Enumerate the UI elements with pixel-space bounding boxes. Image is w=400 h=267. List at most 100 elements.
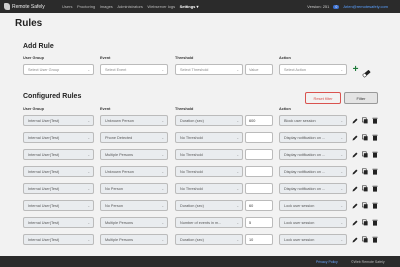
copy-icon[interactable] xyxy=(362,151,368,158)
top-navbar: Remote Safely Users Proctoring Images Ad… xyxy=(0,0,400,13)
trash-icon[interactable] xyxy=(372,219,378,226)
rule-event[interactable]: Unknown Person ⌄ xyxy=(100,115,168,126)
rule-user-group-text: Internal User(Test) xyxy=(28,118,60,123)
rule-value[interactable] xyxy=(245,149,273,160)
rule-threshold[interactable]: No Threshold ⌄ xyxy=(175,149,243,160)
rule-value[interactable]: 600 xyxy=(245,115,273,126)
rule-value[interactable]: 10 xyxy=(245,234,273,245)
edit-pencil-icon[interactable] xyxy=(352,236,358,243)
filter-button[interactable]: Filter xyxy=(344,92,378,104)
rule-user-group[interactable]: Internal User(Test) ⌄ xyxy=(23,149,94,160)
rule-action[interactable]: Lock user session ⌄ xyxy=(279,200,347,211)
nav-users[interactable]: Users xyxy=(62,4,72,9)
rule-value[interactable]: 5 xyxy=(245,217,273,228)
action-select[interactable]: Select Action ⌄ xyxy=(279,64,347,75)
notification-badge[interactable]: 0 xyxy=(333,4,340,9)
rule-user-group-text: Internal User(Test) xyxy=(28,220,60,225)
rule-event[interactable]: Multiple Persons ⌄ xyxy=(100,234,168,245)
rule-threshold-text: Number of events in m... xyxy=(180,220,222,225)
trash-icon[interactable] xyxy=(372,151,378,158)
eraser-button[interactable] xyxy=(362,65,371,78)
trash-icon[interactable] xyxy=(372,202,378,209)
copy-icon[interactable] xyxy=(362,236,368,243)
rule-action-text: Display notification on ... xyxy=(284,186,326,191)
rule-event[interactable]: Multiple Persons ⌄ xyxy=(100,217,168,228)
rule-event[interactable]: No Person ⌄ xyxy=(100,183,168,194)
chevron-down-icon: ⌄ xyxy=(161,152,164,157)
edit-pencil-icon[interactable] xyxy=(352,117,358,124)
trash-icon[interactable] xyxy=(372,168,378,175)
remote-safely-logo-icon xyxy=(4,3,10,10)
trash-icon[interactable] xyxy=(372,185,378,192)
rule-user-group[interactable]: Internal User(Test) ⌄ xyxy=(23,166,94,177)
rule-threshold-text: No Threshold xyxy=(180,169,203,174)
rule-user-group[interactable]: Internal User(Test) ⌄ xyxy=(23,200,94,211)
rule-threshold[interactable]: Number of events in m... ⌄ xyxy=(175,217,243,228)
rule-value[interactable] xyxy=(245,132,273,143)
value-input[interactable]: Value xyxy=(245,64,273,75)
edit-pencil-icon[interactable] xyxy=(352,134,358,141)
trash-icon[interactable] xyxy=(372,134,378,141)
value-input-placeholder: Value xyxy=(249,67,259,72)
rule-user-group[interactable]: Internal User(Test) ⌄ xyxy=(23,115,94,126)
edit-pencil-icon[interactable] xyxy=(352,202,358,209)
brand-name: Remote Safely xyxy=(12,3,45,10)
chevron-down-icon: ⌄ xyxy=(87,186,90,191)
rule-value-text: 10 xyxy=(249,237,254,242)
user-email-link[interactable]: Arlen@remotesafely.com xyxy=(343,4,388,9)
privacy-policy-link[interactable]: Privacy Policy xyxy=(316,260,338,264)
trash-icon[interactable] xyxy=(372,236,378,243)
rule-action[interactable]: Display notification on ... ⌄ xyxy=(279,149,347,160)
add-action-label: Action xyxy=(279,56,291,60)
copy-icon[interactable] xyxy=(362,134,368,141)
edit-pencil-icon[interactable] xyxy=(352,219,358,226)
rule-threshold[interactable]: No Threshold ⌄ xyxy=(175,166,243,177)
rule-action[interactable]: Display notification on ... ⌄ xyxy=(279,166,347,177)
edit-pencil-icon[interactable] xyxy=(352,151,358,158)
rule-user-group[interactable]: Internal User(Test) ⌄ xyxy=(23,132,94,143)
rule-user-group-text: Internal User(Test) xyxy=(28,135,60,140)
rule-event[interactable]: No Person ⌄ xyxy=(100,200,168,211)
rule-action[interactable]: Display notification on ... ⌄ xyxy=(279,183,347,194)
rules-action-label: Action xyxy=(279,107,291,111)
nav-images[interactable]: Images xyxy=(100,4,113,9)
rule-threshold[interactable]: Duration (sec) ⌄ xyxy=(175,200,243,211)
nav-administrators[interactable]: Administrators xyxy=(117,4,143,9)
rule-threshold[interactable]: No Threshold ⌄ xyxy=(175,183,243,194)
edit-pencil-icon[interactable] xyxy=(352,185,358,192)
event-select[interactable]: Select Event ⌄ xyxy=(100,64,168,75)
rule-value[interactable] xyxy=(245,166,273,177)
rule-value[interactable] xyxy=(245,183,273,194)
brand[interactable]: Remote Safely xyxy=(4,3,58,10)
rule-threshold[interactable]: No Threshold ⌄ xyxy=(175,132,243,143)
copy-icon[interactable] xyxy=(362,185,368,192)
reset-filter-button[interactable]: Reset filter xyxy=(305,92,341,104)
rule-action[interactable]: Lock user session ⌄ xyxy=(279,234,347,245)
rule-event[interactable]: Phone Detected ⌄ xyxy=(100,132,168,143)
rule-event[interactable]: Multiple Persons ⌄ xyxy=(100,149,168,160)
rule-user-group[interactable]: Internal User(Test) ⌄ xyxy=(23,183,94,194)
nav-settings[interactable]: Settings ▾ xyxy=(180,4,199,9)
user-group-select[interactable]: Select User Group ⌄ xyxy=(23,64,94,75)
copy-icon[interactable] xyxy=(362,219,368,226)
threshold-select[interactable]: Select Threshold ⌄ xyxy=(175,64,243,75)
rule-threshold[interactable]: Duration (sec) ⌄ xyxy=(175,115,243,126)
copy-icon[interactable] xyxy=(362,202,368,209)
copy-icon[interactable] xyxy=(362,117,368,124)
chevron-down-icon: ⌄ xyxy=(161,135,164,140)
add-rule-button[interactable]: + xyxy=(351,65,360,75)
trash-icon[interactable] xyxy=(372,117,378,124)
nav-webserver-logs[interactable]: Webserver logs xyxy=(147,4,175,9)
rule-action[interactable]: Lock user session ⌄ xyxy=(279,217,347,228)
rule-event[interactable]: Unknown Person ⌄ xyxy=(100,166,168,177)
rule-user-group[interactable]: Internal User(Test) ⌄ xyxy=(23,234,94,245)
nav-proctoring[interactable]: Proctoring xyxy=(77,4,95,9)
rule-user-group[interactable]: Internal User(Test) ⌄ xyxy=(23,217,94,228)
chevron-down-icon: ⌄ xyxy=(161,220,164,225)
rule-action[interactable]: Block user session ⌄ xyxy=(279,115,347,126)
rule-action[interactable]: Display notification on ... ⌄ xyxy=(279,132,347,143)
rule-threshold[interactable]: Duration (sec) ⌄ xyxy=(175,234,243,245)
edit-pencil-icon[interactable] xyxy=(352,168,358,175)
copy-icon[interactable] xyxy=(362,168,368,175)
rule-value[interactable]: 60 xyxy=(245,200,273,211)
